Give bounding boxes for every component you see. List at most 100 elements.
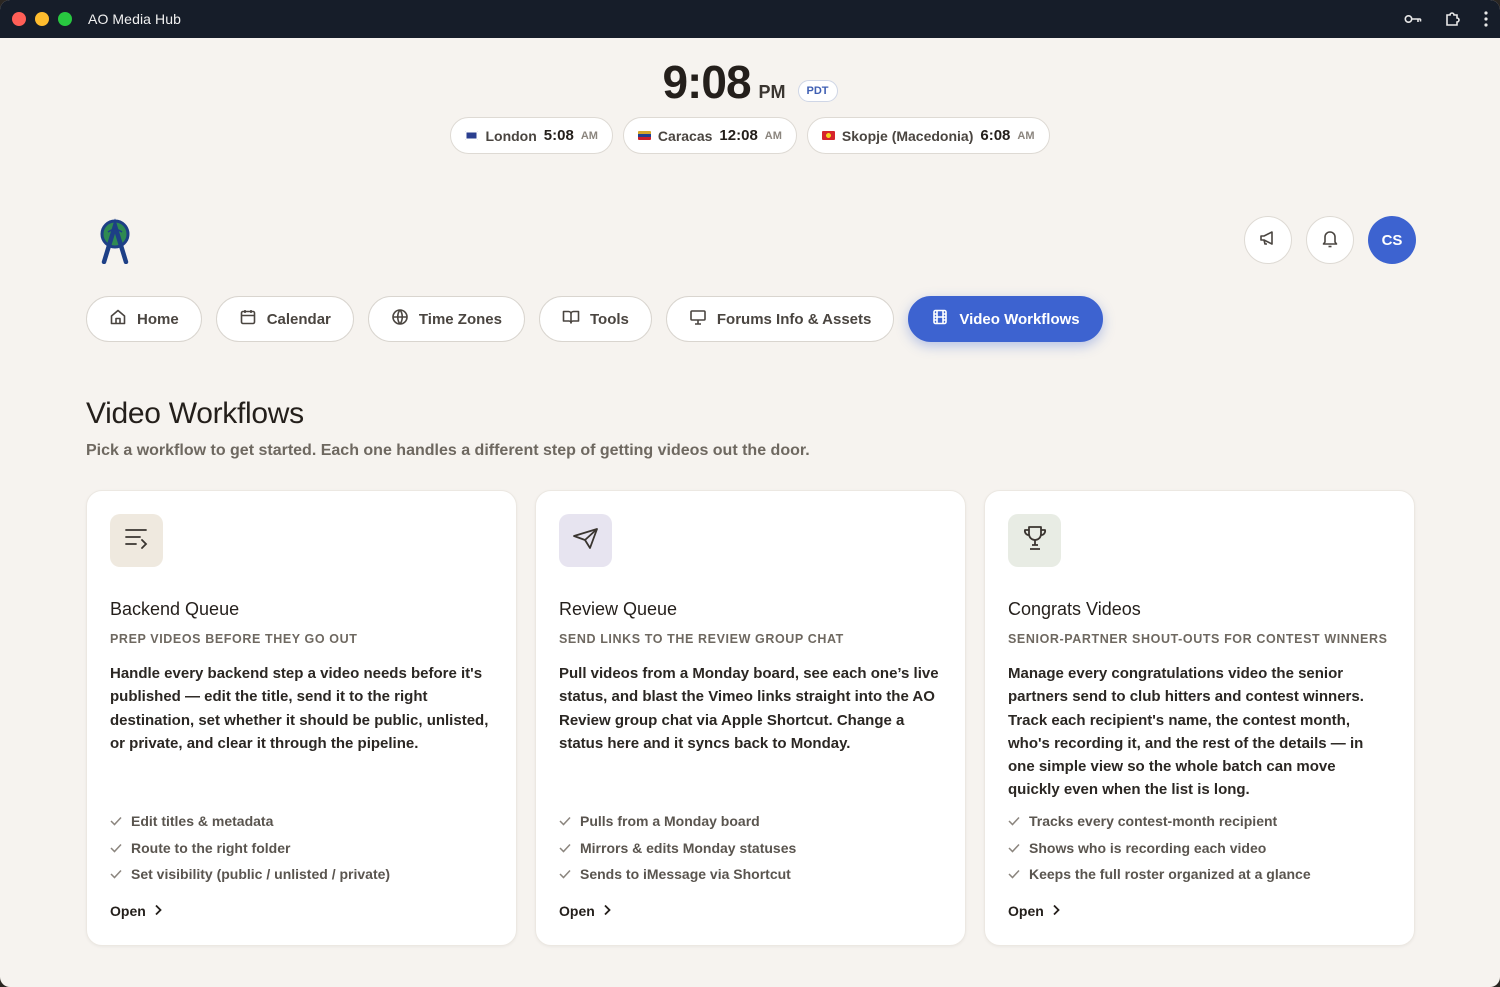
open-label: Open — [1008, 903, 1044, 919]
chevron-right-icon — [603, 903, 611, 919]
card-title: Review Queue — [559, 599, 678, 619]
calendar-icon — [239, 308, 257, 330]
film-icon — [931, 308, 949, 330]
list-item: Set visibility (public / unlisted / priv… — [110, 861, 390, 888]
check-icon — [559, 866, 571, 882]
macedonia-flag-icon — [821, 131, 835, 140]
zone-time: 5:08 — [543, 127, 574, 144]
feature-list: Pulls from a Monday board Mirrors & edit… — [559, 808, 796, 888]
card-icon-tile — [559, 514, 612, 567]
notifications-button[interactable] — [1306, 216, 1354, 264]
list-item: Sends to iMessage via Shortcut — [559, 861, 796, 888]
workflow-cards: Backend Queue Prep videos before they go… — [86, 490, 1415, 946]
list-item: Keeps the full roster organized at a gla… — [1008, 861, 1311, 888]
zone-ampm: AM — [764, 129, 782, 142]
card-kicker: Send links to the review group chat — [559, 632, 844, 646]
nav-label: Home — [137, 310, 179, 328]
check-icon — [110, 813, 122, 829]
zone-pill-skopje: Skopje (Macedonia) 6:08 AM — [806, 117, 1050, 154]
feature-text: Sends to iMessage via Shortcut — [580, 866, 791, 883]
check-icon — [1008, 813, 1020, 829]
zone-time: 6:08 — [980, 127, 1011, 144]
home-icon — [109, 308, 127, 330]
open-link[interactable]: Open — [559, 903, 611, 919]
window-controls — [12, 12, 72, 26]
card-title: Backend Queue — [110, 599, 240, 619]
book-icon — [562, 308, 580, 330]
nav-label: Time Zones — [418, 310, 502, 328]
check-icon — [559, 840, 571, 856]
title-bar: AO Media Hub — [0, 0, 1500, 38]
more-menu-icon[interactable] — [1484, 11, 1488, 27]
nav-label: Tools — [589, 310, 629, 328]
nav-home[interactable]: Home — [86, 296, 202, 342]
zone-ampm: AM — [1017, 129, 1035, 142]
page-title: Video Workflows — [86, 397, 304, 430]
megaphone-icon — [1258, 228, 1278, 253]
close-window-button[interactable] — [12, 12, 26, 26]
window-title: AO Media Hub — [88, 11, 182, 27]
nav-forums-info-assets[interactable]: Forums Info & Assets — [665, 296, 895, 342]
nav-tools[interactable]: Tools — [538, 296, 652, 342]
check-icon — [110, 840, 122, 856]
ao-logo-icon[interactable] — [96, 218, 134, 269]
check-icon — [110, 866, 122, 882]
header-actions: CS — [1244, 216, 1416, 264]
zone-pill-caracas: Caracas 12:08 AM — [622, 117, 797, 154]
chevron-right-icon — [1052, 903, 1060, 919]
zone-time: 12:08 — [719, 127, 758, 144]
card-description: Handle every backend step a video needs … — [110, 665, 489, 752]
chevron-right-icon — [154, 903, 162, 919]
card-kicker: Senior-partner shout-outs for contest wi… — [1008, 632, 1388, 646]
zone-pill-london: London 5:08 AM — [450, 117, 613, 154]
nav-label: Calendar — [266, 310, 331, 328]
zone-city: London — [485, 127, 537, 144]
list-item: Route to the right folder — [110, 835, 390, 862]
world-clocks: London 5:08 AM Caracas 12:08 AM Skopje (… — [0, 117, 1500, 154]
send-icon — [572, 525, 600, 556]
user-avatar[interactable]: CS — [1368, 216, 1416, 264]
nav-video-workflows[interactable]: Video Workflows — [908, 296, 1103, 342]
feature-text: Keeps the full roster organized at a gla… — [1029, 866, 1311, 883]
clock-time: 9:08 — [662, 56, 751, 108]
list-item: Edit titles & metadata — [110, 808, 390, 835]
zone-city: Caracas — [657, 127, 713, 144]
clock-ampm: PM — [758, 82, 786, 102]
uk-flag-icon — [465, 131, 479, 140]
card-backend-queue[interactable]: Backend Queue Prep videos before they go… — [86, 490, 517, 946]
open-label: Open — [559, 903, 595, 919]
feature-text: Pulls from a Monday board — [580, 813, 760, 830]
main-clock: 9:08 PM PDT — [0, 55, 1500, 109]
key-icon[interactable] — [1404, 13, 1422, 25]
minimize-window-button[interactable] — [35, 12, 49, 26]
card-congrats-videos[interactable]: Congrats Videos Senior-partner shout-out… — [984, 490, 1415, 946]
announcements-button[interactable] — [1244, 216, 1292, 264]
open-link[interactable]: Open — [110, 903, 162, 919]
nav-time-zones[interactable]: Time Zones — [367, 296, 525, 342]
card-review-queue[interactable]: Review Queue Send links to the review gr… — [535, 490, 966, 946]
open-link[interactable]: Open — [1008, 903, 1060, 919]
list-item: Pulls from a Monday board — [559, 808, 796, 835]
check-icon — [559, 813, 571, 829]
trophy-icon — [1021, 524, 1049, 557]
open-label: Open — [110, 903, 146, 919]
card-icon-tile — [1008, 514, 1061, 567]
feature-list: Edit titles & metadata Route to the righ… — [110, 808, 390, 888]
feature-list: Tracks every contest-month recipient Sho… — [1008, 808, 1311, 888]
list-item: Mirrors & edits Monday statuses — [559, 835, 796, 862]
extensions-icon[interactable] — [1444, 10, 1462, 28]
feature-text: Mirrors & edits Monday statuses — [580, 839, 797, 856]
maximize-window-button[interactable] — [58, 12, 72, 26]
timezone-badge: PDT — [797, 80, 838, 102]
nav-calendar[interactable]: Calendar — [215, 296, 354, 342]
card-description: Manage every congratulations video the s… — [1008, 665, 1364, 799]
main-nav: Home Calendar Time Zones Tools Forums In… — [86, 296, 1103, 342]
check-icon — [1008, 866, 1020, 882]
feature-text: Set visibility (public / unlisted / priv… — [131, 866, 391, 883]
nav-label: Video Workflows — [959, 310, 1080, 328]
zone-city: Skopje (Macedonia) — [841, 127, 974, 144]
feature-text: Tracks every contest-month recipient — [1029, 813, 1278, 830]
presentation-icon — [689, 308, 707, 330]
bell-icon — [1321, 228, 1339, 253]
venezuela-flag-icon — [637, 131, 651, 140]
